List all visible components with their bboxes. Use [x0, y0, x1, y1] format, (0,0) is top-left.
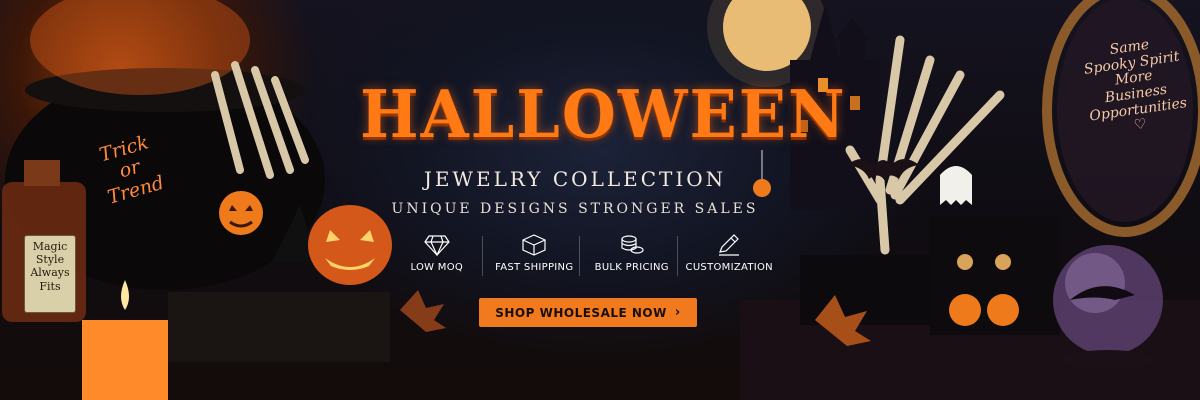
feature-label: LOW MOQ [410, 262, 464, 273]
pumpkin-earring-left [949, 294, 981, 326]
banner-subtitle: JEWELRY COLLECTION [423, 167, 727, 191]
box-icon [522, 234, 546, 256]
fits-word: Fits [39, 279, 61, 293]
halloween-banner: Trick or Trend Magic Style Always Fits S… [0, 0, 1200, 400]
feature-fast-shipping: FAST SHIPPING [481, 232, 584, 280]
autumn-leaf [400, 290, 446, 332]
pumpkin-earring-right [987, 294, 1019, 326]
feature-label: FAST SHIPPING [495, 262, 574, 273]
feature-label: BULK PRICING [594, 262, 669, 273]
magic-word: Magic [32, 240, 68, 253]
shop-wholesale-label: SHOP WHOLESALE NOW [495, 305, 667, 320]
feature-low-moq: LOW MOQ [388, 232, 486, 280]
banner-title: HALLOWEEN [360, 76, 847, 153]
always-word: Always [30, 266, 70, 280]
feature-customization: CUSTOMIZATION [676, 232, 779, 280]
mirror-text: Same Spooky Spirit More Business Opportu… [1074, 33, 1196, 141]
spider [753, 179, 771, 197]
diamond-icon [423, 235, 450, 256]
feature-label: CUSTOMIZATION [685, 262, 773, 273]
jack-o-lantern [308, 205, 392, 285]
shop-wholesale-button[interactable]: SHOP WHOLESALE NOW › [479, 298, 697, 327]
banner-tagline: UNIQUE DESIGNS STRONGER SALES [391, 201, 759, 217]
feature-bulk-pricing: BULK PRICING [579, 232, 681, 280]
magic-style-label: Magic Style Always Fits [24, 235, 76, 313]
chevron-right-icon: › [674, 305, 681, 320]
stone-block [168, 292, 390, 362]
coins-icon [621, 235, 644, 254]
ghost-pendant [940, 166, 972, 205]
feature-list: LOW MOQ FAST SHIPPING BULK PRICING CUSTO… [388, 232, 778, 280]
candle [82, 320, 168, 400]
background-scene [2, 0, 1200, 400]
style-word: Style [35, 253, 65, 267]
pumpkin-pendant [219, 191, 263, 235]
pencil-icon [719, 234, 740, 256]
